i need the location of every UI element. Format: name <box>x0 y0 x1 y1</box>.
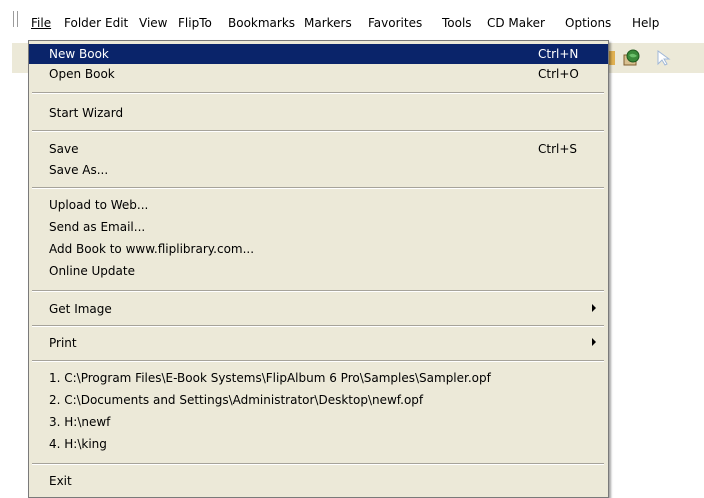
menubar-grip <box>17 11 20 27</box>
menu-item-recent-file[interactable]: 2. C:\Documents and Settings\Administrat… <box>29 390 608 410</box>
pointer-icon[interactable] <box>657 50 671 69</box>
menu-separator <box>32 130 604 132</box>
menu-item-recent-file[interactable]: 4. H:\king <box>29 434 608 454</box>
menu-item-label: New Book <box>49 47 109 61</box>
menu-item-label: Open Book <box>49 67 115 81</box>
menu-options[interactable]: Options <box>565 14 611 32</box>
menu-item-save-as[interactable]: Save As... <box>29 160 608 180</box>
menu-separator <box>32 187 604 189</box>
menu-item-online-update[interactable]: Online Update <box>29 261 608 281</box>
file-menu-dropdown: New Book Ctrl+N Open Book Ctrl+O Start W… <box>28 40 609 498</box>
menu-item-label: Exit <box>49 474 72 488</box>
menu-separator <box>32 463 604 465</box>
toolbar-separator-icon <box>609 51 615 65</box>
menu-item-label: Save As... <box>49 163 109 177</box>
menu-item-print[interactable]: Print <box>29 333 608 353</box>
menu-item-label: 1. C:\Program Files\E-Book Systems\FlipA… <box>49 371 491 385</box>
menu-folder[interactable]: Folder <box>64 14 101 32</box>
menu-item-label: 3. H:\newf <box>49 415 111 429</box>
menu-tools[interactable]: Tools <box>442 14 472 32</box>
menu-bookmarks[interactable]: Bookmarks <box>228 14 295 32</box>
submenu-arrow-icon <box>592 338 596 346</box>
menu-item-recent-file[interactable]: 3. H:\newf <box>29 412 608 432</box>
menu-item-get-image[interactable]: Get Image <box>29 299 608 319</box>
menu-item-label: Send as Email... <box>49 220 146 234</box>
menu-item-label: Print <box>49 336 77 350</box>
menu-item-label: 2. C:\Documents and Settings\Administrat… <box>49 393 424 407</box>
menu-favorites[interactable]: Favorites <box>368 14 422 32</box>
menu-separator <box>32 360 604 362</box>
menu-separator <box>32 325 604 327</box>
menu-file[interactable]: File <box>31 14 51 32</box>
menu-item-label: Start Wizard <box>49 106 124 120</box>
menu-bar: File Folder Edit View FlipTo Bookmarks M… <box>0 0 704 30</box>
menu-separator <box>32 290 604 292</box>
menu-flipto[interactable]: FlipTo <box>178 14 212 32</box>
menu-item-label: Add Book to www.fliplibrary.com... <box>49 242 255 256</box>
menu-item-recent-file[interactable]: 1. C:\Program Files\E-Book Systems\FlipA… <box>29 368 608 388</box>
menu-item-add-book-fliplibrary[interactable]: Add Book to www.fliplibrary.com... <box>29 239 608 259</box>
menu-item-open-book[interactable]: Open Book Ctrl+O <box>29 64 608 84</box>
menu-item-label: Save <box>49 142 79 156</box>
menu-item-label: Upload to Web... <box>49 198 149 212</box>
menu-item-start-wizard[interactable]: Start Wizard <box>29 103 608 123</box>
menu-item-upload-to-web[interactable]: Upload to Web... <box>29 195 608 215</box>
menu-cd-maker[interactable]: CD Maker <box>487 14 545 32</box>
menu-item-shortcut: Ctrl+N <box>538 47 579 61</box>
menu-item-exit[interactable]: Exit <box>29 471 608 491</box>
menu-item-label: Online Update <box>49 264 135 278</box>
menu-item-label: Get Image <box>49 302 112 316</box>
menu-help[interactable]: Help <box>632 14 659 32</box>
menu-separator <box>32 92 604 94</box>
menu-item-save[interactable]: Save Ctrl+S <box>29 139 608 159</box>
globe-book-icon[interactable] <box>623 49 641 67</box>
menu-markers[interactable]: Markers <box>304 14 352 32</box>
menu-item-shortcut: Ctrl+S <box>538 142 578 156</box>
submenu-arrow-icon <box>592 304 596 312</box>
menu-item-label: 4. H:\king <box>49 437 107 451</box>
menu-item-shortcut: Ctrl+O <box>538 67 579 81</box>
menu-edit[interactable]: Edit <box>105 14 128 32</box>
menu-view[interactable]: View <box>139 14 167 32</box>
menu-item-send-as-email[interactable]: Send as Email... <box>29 217 608 237</box>
menu-item-new-book[interactable]: New Book Ctrl+N <box>29 44 608 64</box>
